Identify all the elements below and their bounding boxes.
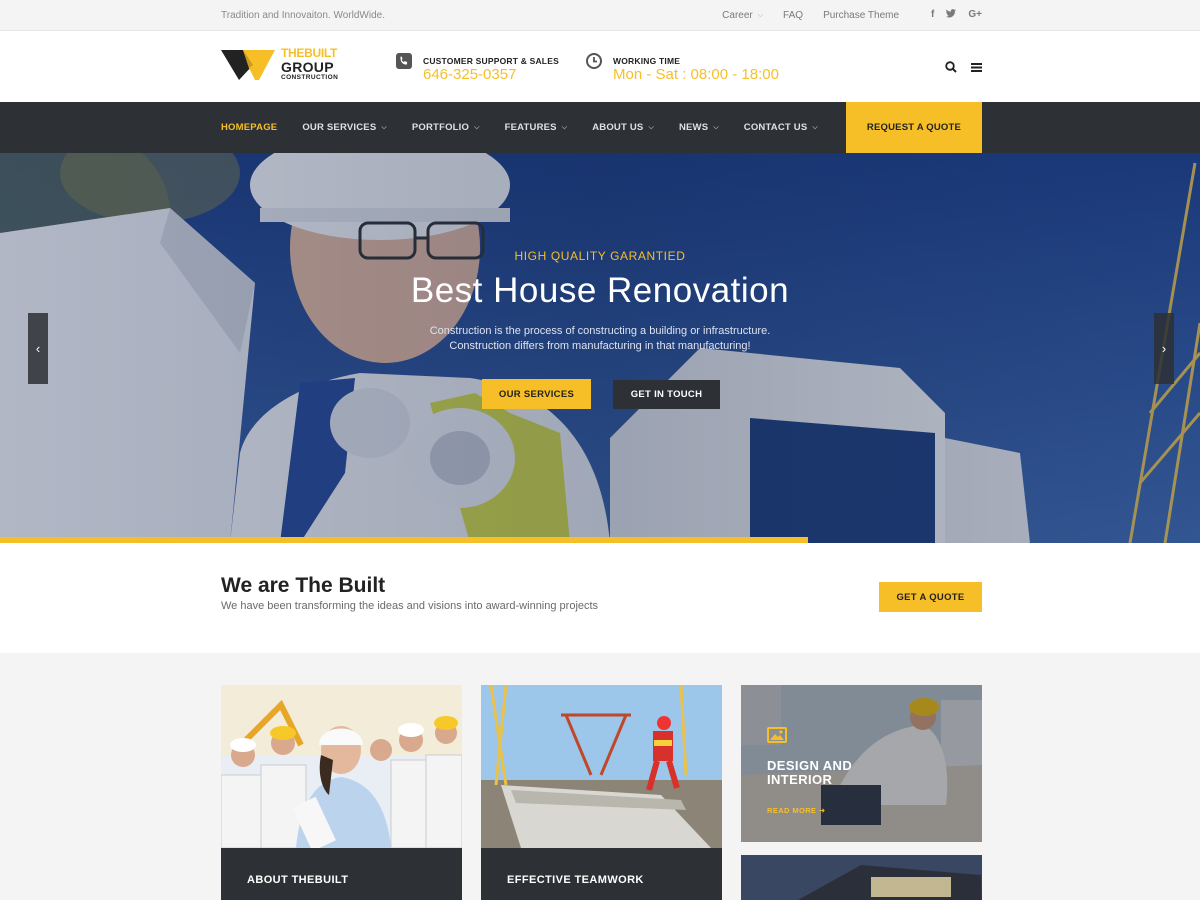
chevron-down-icon: ⌵ (812, 124, 818, 131)
nav-item-homepage[interactable]: HOMEPAGE (221, 122, 277, 133)
hero-description: Construction is the process of construct… (0, 324, 1200, 354)
card-image (221, 685, 462, 848)
hero-kicker: HIGH QUALITY GARANTIED (514, 249, 686, 263)
chevron-right-icon: › (1161, 341, 1167, 356)
nav-list: HOMEPAGE OUR SERVICES ⌵ PORTFOLIO ⌵ FEATURES ⌵… (221, 102, 843, 153)
our-services-button[interactable]: OUR SERVICES (482, 379, 591, 409)
services-section: ABOUT THEBUILT EFFECTIVE TEAMWORK DESIGN… (0, 653, 1200, 900)
logo-mark-icon (221, 50, 275, 80)
intro-section: We are The Built We have been transformi… (0, 543, 1200, 653)
chevron-down-icon: ⌵ (381, 124, 387, 131)
hours-value: Mon - Sat : 08:00 - 18:00 (613, 66, 779, 83)
top-links: Career ⌵ FAQ Purchase Theme f G+ (702, 9, 982, 21)
logo-text: THEBUILT GROUP CONSTRUCTION (281, 46, 339, 81)
chevron-down-icon: ⌵ (713, 124, 719, 131)
request-quote-button[interactable]: REQUEST A QUOTE (846, 102, 982, 153)
nav-item-portfolio[interactable]: PORTFOLIO ⌵ (412, 122, 480, 133)
social-links: f G+ (919, 9, 982, 21)
slider-prev-button[interactable]: ‹ (28, 313, 48, 384)
purchase-theme-link[interactable]: Purchase Theme (823, 10, 899, 21)
read-more-link[interactable]: READ MORE ➜ (767, 806, 826, 815)
chevron-down-icon: ⌵ (474, 124, 480, 131)
phone-icon (396, 53, 412, 69)
hours-title: WORKING TIME (613, 56, 681, 66)
card-image (481, 685, 722, 848)
nav-item-contact-us[interactable]: CONTACT US ⌵ (744, 122, 818, 133)
card-title: EFFECTIVE TEAMWORK (507, 874, 644, 886)
facebook-icon[interactable]: f (931, 9, 934, 21)
faq-link[interactable]: FAQ (783, 10, 803, 21)
card-design-interior[interactable]: DESIGN AND INTERIOR READ MORE ➜ (741, 685, 982, 842)
twitter-icon[interactable] (946, 9, 957, 21)
hero-title: Best House Renovation (410, 271, 790, 310)
hero-description-line: Construction differs from manufacturing … (449, 340, 751, 352)
intro-title: We are The Built (221, 574, 386, 597)
hero-description-line: Construction is the process of construct… (429, 325, 771, 337)
nav-item-our-services[interactable]: OUR SERVICES ⌵ (302, 122, 387, 133)
chevron-down-icon: ⌵ (648, 124, 654, 131)
support-phone[interactable]: 646-325-0357 (423, 66, 516, 83)
site-logo[interactable]: THEBUILT GROUP CONSTRUCTION (221, 46, 361, 84)
get-a-quote-button[interactable]: GET A QUOTE (879, 582, 982, 612)
slider-next-button[interactable]: › (1154, 313, 1174, 384)
chevron-left-icon: ‹ (35, 341, 41, 356)
chevron-down-icon: ⌵ (757, 11, 764, 19)
get-in-touch-button[interactable]: GET IN TOUCH (613, 380, 720, 409)
card-title: DESIGN AND INTERIOR (767, 758, 853, 787)
clock-icon (586, 53, 602, 69)
card-teamwork[interactable]: EFFECTIVE TEAMWORK (481, 685, 722, 900)
google-plus-icon[interactable]: G+ (968, 9, 982, 21)
hero-slider: HIGH QUALITY GARANTIED Best House Renova… (0, 153, 1200, 543)
tagline: Tradition and Innovaiton. WorldWide. (221, 10, 385, 21)
site-header: THEBUILT GROUP CONSTRUCTION CUSTOMER SUP… (0, 31, 1200, 102)
nav-item-news[interactable]: NEWS ⌵ (679, 122, 719, 133)
top-bar: Tradition and Innovaiton. WorldWide. Car… (0, 0, 1200, 31)
card-caption: ABOUT THEBUILT (221, 848, 462, 900)
image-icon (767, 727, 787, 743)
search-icon[interactable] (945, 60, 957, 78)
intro-subtitle: We have been transforming the ideas and … (221, 600, 599, 612)
nav-item-about-us[interactable]: ABOUT US ⌵ (592, 122, 654, 133)
page: Tradition and Innovaiton. WorldWide. Car… (0, 0, 1200, 900)
card-partial[interactable] (741, 855, 982, 900)
nav-item-features[interactable]: FEATURES ⌵ (505, 122, 568, 133)
chevron-down-icon: ⌵ (561, 124, 568, 131)
card-about[interactable]: ABOUT THEBUILT (221, 685, 462, 900)
card-caption: EFFECTIVE TEAMWORK (481, 848, 722, 900)
card-image (741, 855, 982, 900)
arrow-right-icon: ➜ (818, 806, 826, 815)
menu-icon[interactable] (971, 60, 982, 78)
card-title: ABOUT THEBUILT (247, 874, 349, 886)
main-nav: HOMEPAGE OUR SERVICES ⌵ PORTFOLIO ⌵ FEATURES ⌵… (0, 102, 1200, 153)
career-link[interactable]: Career ⌵ (722, 10, 763, 21)
support-title: CUSTOMER SUPPORT & SALES (423, 56, 559, 66)
header-icons (931, 60, 982, 78)
